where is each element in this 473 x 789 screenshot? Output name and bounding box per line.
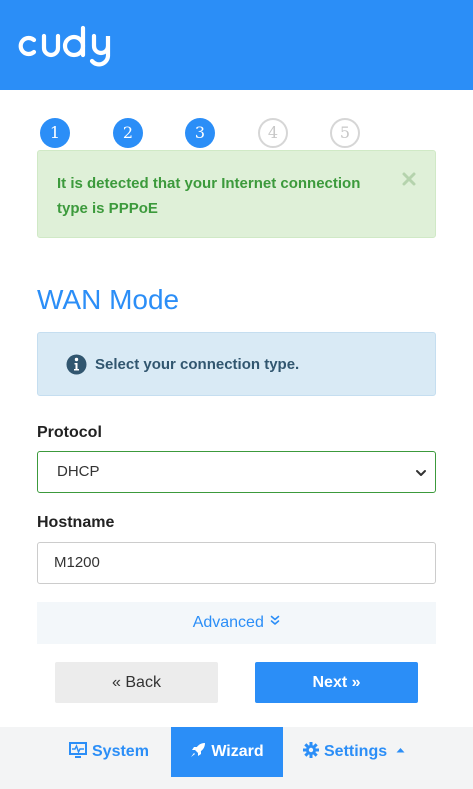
info-box: Select your connection type. [37,332,436,396]
protocol-select[interactable]: DHCP [37,451,436,493]
double-chevron-down-icon [271,615,280,626]
step-2: 2 [113,118,143,148]
nav-settings[interactable]: Settings [303,727,405,777]
rocket-icon [191,742,206,757]
protocol-selected-value: DHCP [57,463,100,480]
hostname-value: M1200 [54,554,100,571]
nav-system[interactable]: System [69,727,149,777]
page-title: WAN Mode [37,284,180,315]
close-icon[interactable] [401,171,417,187]
chevron-down-icon [416,470,426,476]
caret-up-icon [396,747,405,753]
protocol-label: Protocol [37,424,102,441]
detection-notice: It is detected that your Internet connec… [37,150,436,238]
nav-system-label: System [92,743,149,760]
step-5: 5 [330,118,360,148]
gear-icon [303,741,319,758]
nav-wizard[interactable]: Wizard [171,727,283,777]
top-header [0,0,473,90]
advanced-label: Advanced [192,614,264,631]
bottom-nav: System Wizard Settings [0,727,473,789]
hostname-label: Hostname [37,514,115,531]
info-text: Select your connection type. [95,356,300,373]
info-circle-icon [66,354,87,375]
next-button[interactable]: Next » [255,662,418,703]
notice-message: It is detected that your Internet connec… [57,175,361,217]
step-1: 1 [40,118,70,148]
nav-settings-label: Settings [324,743,388,760]
hostname-input[interactable]: M1200 [37,542,436,584]
nav-wizard-label: Wizard [211,743,264,760]
step-3: 3 [185,118,215,148]
monitor-icon [69,741,87,758]
cudy-logo [18,25,111,67]
advanced-toggle[interactable]: Advanced [37,602,436,644]
back-button[interactable]: « Back [55,662,218,703]
step-4: 4 [258,118,288,148]
